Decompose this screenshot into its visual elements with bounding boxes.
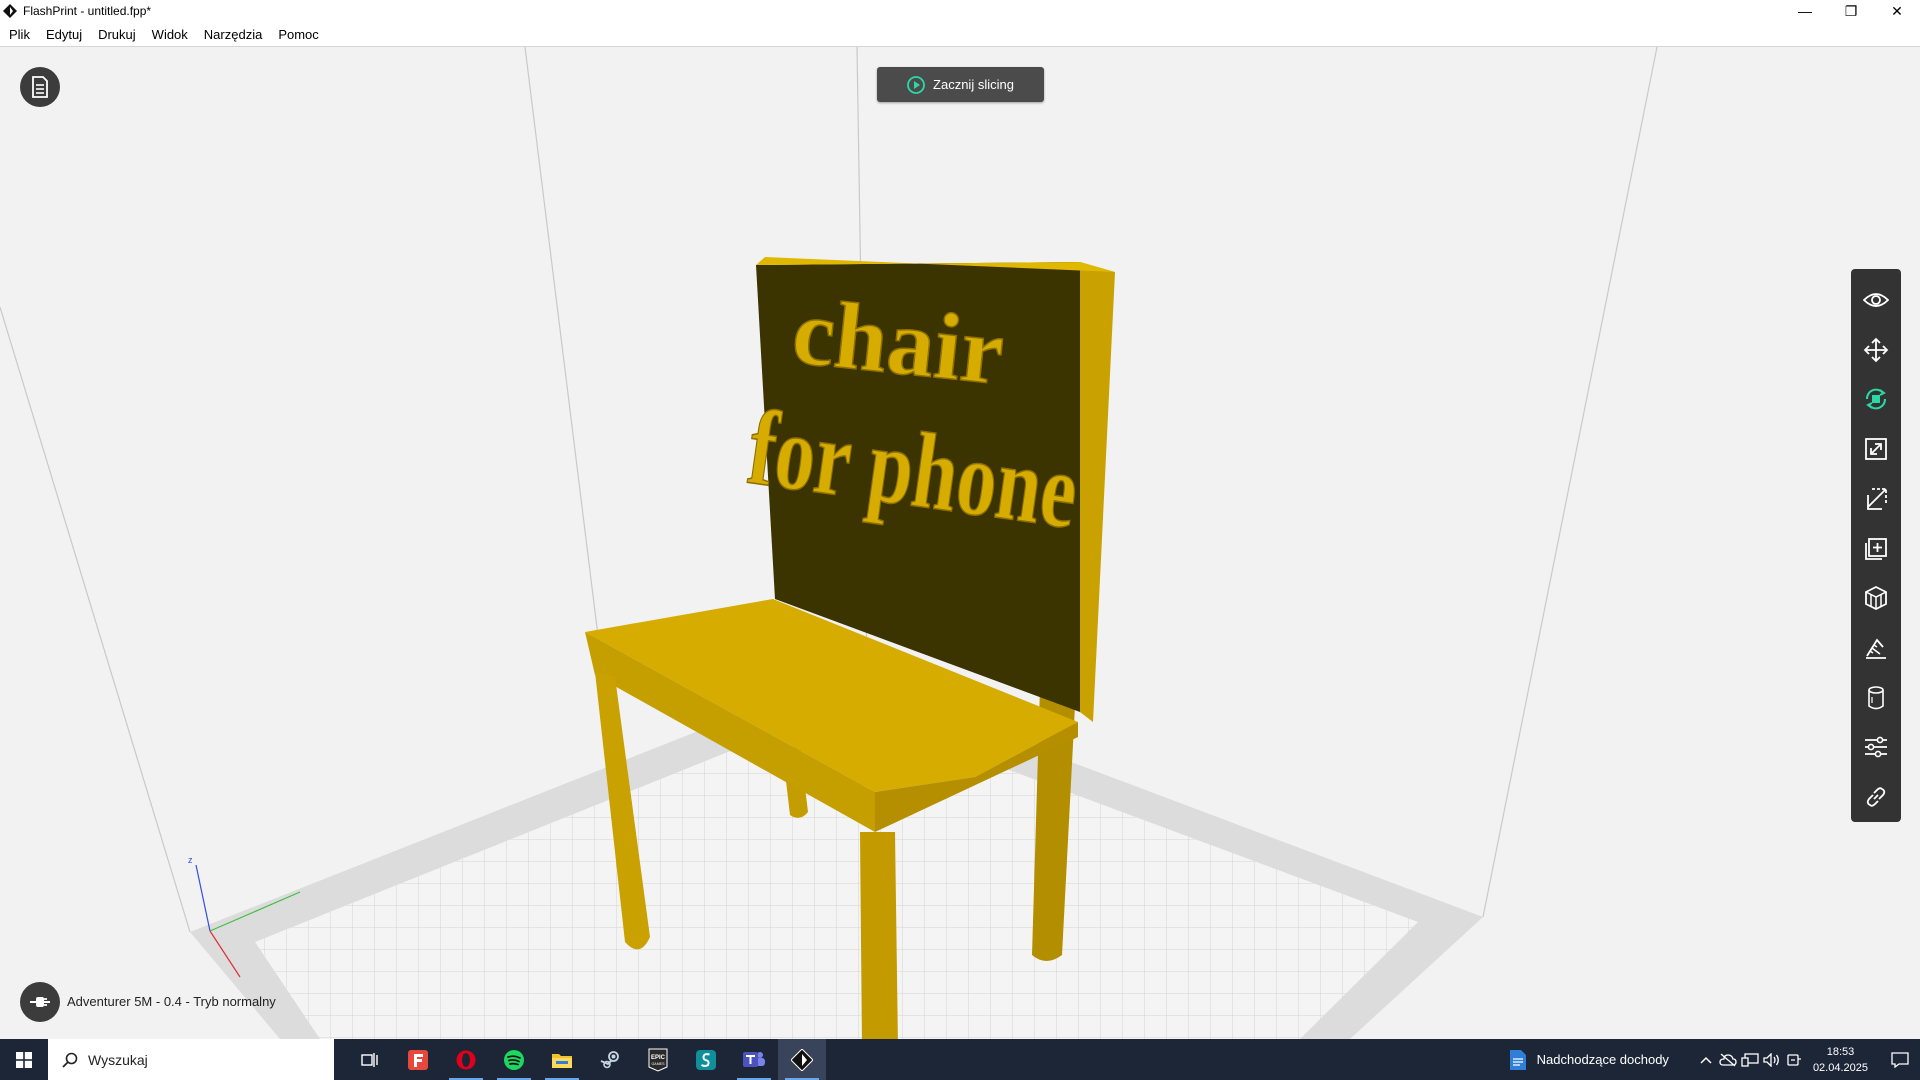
supports-tool[interactable] (1851, 573, 1901, 623)
document-icon (32, 76, 48, 98)
svg-text:EPIC: EPIC (651, 1055, 666, 1061)
play-icon (907, 75, 925, 94)
start-button[interactable] (0, 1039, 48, 1080)
news-widget[interactable]: Nadchodzące dochody (1509, 1049, 1669, 1071)
printer-info-label: Adventurer 5M - 0.4 - Tryb normalny (67, 994, 276, 1009)
speaker-icon (1763, 1052, 1779, 1067)
supports-icon (1865, 586, 1887, 611)
flashprint-f-icon (408, 1049, 428, 1070)
rotate-icon (1865, 389, 1887, 410)
flashprint-app-icon (3, 4, 17, 18)
scene: z chair for phone (0, 47, 1920, 1039)
window-title: FlashPrint - untitled.fpp* (23, 4, 152, 18)
title-bar: FlashPrint - untitled.fpp* — ❐ ✕ (0, 0, 1920, 22)
taskbar-apps: EPIC GAMES (346, 1039, 826, 1080)
add-model-tool[interactable] (1851, 524, 1901, 574)
view-tool[interactable] (1851, 275, 1901, 325)
taskbar-app-f[interactable] (394, 1039, 442, 1080)
windows-icon (16, 1051, 32, 1068)
close-button[interactable]: ✕ (1874, 0, 1920, 22)
measure-tool[interactable] (1851, 623, 1901, 673)
steam-icon (600, 1050, 619, 1068)
taskbar-clock[interactable]: 18:53 02.04.2025 (1813, 1044, 1868, 1076)
menu-plik[interactable]: Plik (0, 27, 38, 42)
taskbar-app-epic[interactable]: EPIC GAMES (634, 1039, 682, 1080)
taskbar-search[interactable]: Wyszukaj (48, 1039, 334, 1080)
connect-tool[interactable] (1851, 772, 1901, 822)
tray-expand-button[interactable] (1695, 1056, 1717, 1064)
sketch-s-icon (696, 1049, 716, 1070)
news-document-icon (1509, 1049, 1526, 1070)
notification-icon (1891, 1051, 1909, 1068)
menu-pomoc[interactable]: Pomoc (270, 27, 326, 42)
task-view-icon (361, 1052, 378, 1067)
taskbar-app-teams[interactable] (730, 1039, 778, 1080)
minimize-button[interactable]: — (1782, 0, 1828, 22)
rotate-tool[interactable] (1851, 374, 1901, 424)
taskbar-app-s[interactable] (682, 1039, 730, 1080)
clock-time: 18:53 (1826, 1045, 1855, 1058)
move-icon (1863, 337, 1889, 362)
start-slicing-button[interactable]: Zacznij slicing (877, 67, 1044, 102)
settings-tool[interactable] (1851, 723, 1901, 773)
network-icon (1741, 1052, 1759, 1067)
scale-icon (1865, 438, 1887, 460)
menu-widok[interactable]: Widok (144, 27, 196, 42)
right-toolbar (1851, 269, 1901, 822)
measure-icon (1866, 638, 1886, 659)
system-tray: Nadchodzące dochody 18:53 02.04.2025 (1509, 1039, 1920, 1080)
news-label: Nadchodzące dochody (1536, 1052, 1669, 1067)
3d-viewport[interactable]: z chair for phone Zacznij slicing Advent… (0, 47, 1920, 1039)
search-icon (62, 1052, 78, 1068)
cut-icon (1867, 487, 1887, 510)
cut-tool[interactable] (1851, 474, 1901, 524)
start-slicing-label: Zacznij slicing (933, 77, 1014, 92)
restore-button[interactable]: ❐ (1828, 0, 1874, 22)
model-text-chair: chair (788, 277, 1009, 404)
tray-cloud[interactable] (1717, 1053, 1739, 1067)
cloud-off-icon (1719, 1053, 1737, 1066)
taskbar-app-opera[interactable] (442, 1039, 490, 1080)
menu-edytuj[interactable]: Edytuj (38, 27, 90, 42)
scale-tool[interactable] (1851, 424, 1901, 474)
file-explorer-icon (552, 1053, 572, 1068)
tray-volume[interactable] (1761, 1052, 1783, 1067)
axis-z-label: z (188, 855, 193, 865)
move-tool[interactable] (1851, 325, 1901, 375)
tray-battery[interactable] (1783, 1053, 1805, 1067)
eye-icon (1863, 292, 1889, 307)
cylinder-icon (1868, 685, 1884, 710)
link-icon (1866, 787, 1886, 807)
epic-games-icon: EPIC GAMES (648, 1048, 668, 1072)
task-view-button[interactable] (346, 1039, 394, 1080)
printer-connect-button[interactable] (20, 982, 60, 1022)
clock-date: 02.04.2025 (1812, 1061, 1868, 1074)
svg-text:GAMES: GAMES (652, 1062, 666, 1066)
taskbar-app-flashprint[interactable] (778, 1039, 826, 1080)
search-placeholder: Wyszukaj (88, 1051, 148, 1068)
teams-icon (743, 1051, 765, 1067)
chevron-up-icon (1700, 1056, 1712, 1064)
spotify-icon (504, 1049, 524, 1070)
tray-network[interactable] (1739, 1052, 1761, 1067)
opera-icon (456, 1050, 476, 1069)
taskbar-app-steam[interactable] (586, 1039, 634, 1080)
menu-narzedzia[interactable]: Narzędzia (196, 27, 271, 42)
add-icon (1865, 537, 1887, 560)
cylinder-tool[interactable] (1851, 673, 1901, 723)
menu-drukuj[interactable]: Drukuj (90, 27, 144, 42)
taskbar: Wyszukaj EPIC GAMES Nadchodzące dochody … (0, 1039, 1920, 1080)
notifications-button[interactable] (1880, 1051, 1920, 1068)
settings-icon (1865, 737, 1887, 758)
flashprint-icon (791, 1048, 813, 1071)
plug-icon (30, 997, 50, 1007)
taskbar-app-explorer[interactable] (538, 1039, 586, 1080)
file-list-button[interactable] (20, 67, 60, 107)
taskbar-app-spotify[interactable] (490, 1039, 538, 1080)
device-icon (1787, 1053, 1801, 1066)
menu-bar: Plik Edytuj Drukuj Widok Narzędzia Pomoc (0, 22, 1920, 47)
